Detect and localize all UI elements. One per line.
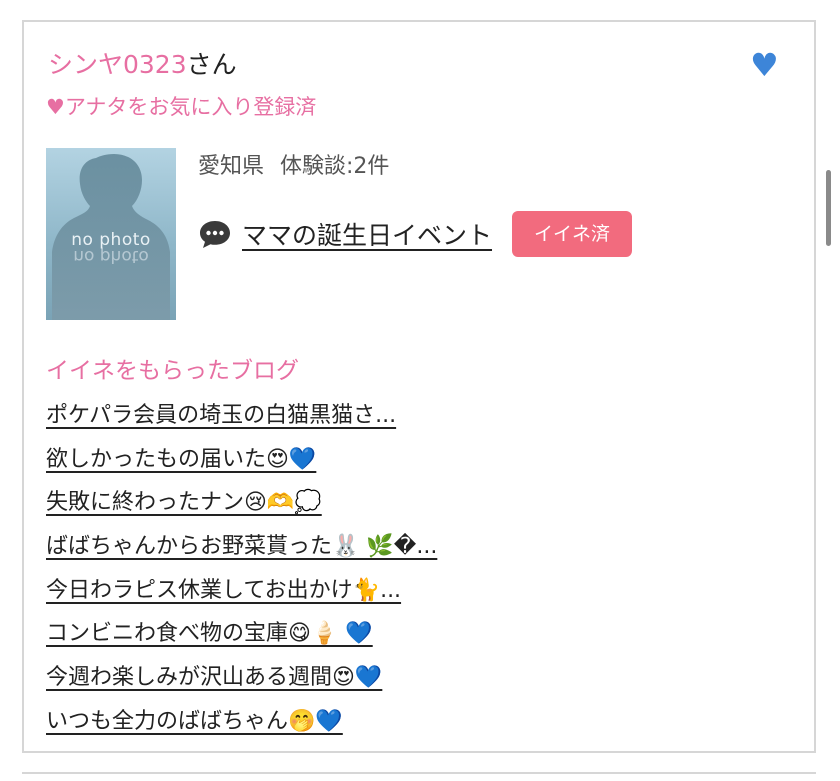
event-row: ママの誕生日イベント イイネ済 [198, 211, 633, 257]
scrollbar-thumb[interactable] [826, 170, 831, 246]
user-name-row: シンヤ0323さん [48, 48, 237, 82]
blog-link[interactable]: 今日わラピス休業してお出かけ🐈... [46, 578, 401, 603]
like-done-badge[interactable]: イイネ済 [512, 211, 633, 257]
review-count-text: 体験談:2件 [280, 154, 390, 179]
event-title-link[interactable]: ママの誕生日イベント [242, 216, 492, 252]
blog-link[interactable]: コンビニわ食べ物の宝庫😋🍦 💙 [46, 621, 373, 646]
blog-link[interactable]: ばばちゃんからお野菜貰った🐰 🌿�... [46, 534, 437, 559]
user-name[interactable]: シンヤ0323 [48, 50, 187, 79]
blog-link[interactable]: 失敗に終わったナン😢🫶💭 [46, 490, 322, 515]
list-item: 欲しかったもの届いた😍💙 [46, 440, 437, 484]
list-item: 失敗に終わったナン😢🫶💭 [46, 483, 437, 527]
blog-link[interactable]: ポケパラ会員の埼玉の白猫黒猫さ... [46, 403, 396, 428]
blog-link[interactable]: 欲しかったもの届いた😍💙 [46, 447, 316, 472]
liked-blogs-list: ポケパラ会員の埼玉の白猫黒猫さ... 欲しかったもの届いた😍💙 失敗に終わったナ… [46, 396, 437, 746]
avatar[interactable]: no photo no photo [46, 148, 176, 320]
list-item: 今日わラピス休業してお出かけ🐈... [46, 571, 437, 615]
profile-meta: 愛知県 体験談:2件 [198, 150, 389, 184]
list-item: いつも全力のばばちゃん🤭💙 [46, 702, 437, 746]
list-item: ポケパラ会員の埼玉の白猫黒猫さ... [46, 396, 437, 440]
list-item: 今週わ楽しみが沢山ある週間😍💙 [46, 658, 437, 702]
user-name-suffix: さん [186, 50, 237, 79]
next-card-border [22, 772, 816, 774]
list-item: ばばちゃんからお野菜貰った🐰 🌿�... [46, 527, 437, 571]
liked-blogs-heading: イイネをもらったブログ [46, 358, 299, 384]
user-profile-card: シンヤ0323さん ♥ ♥アナタをお気に入り登録済 no photo no ph… [22, 20, 816, 753]
list-item: コンビニわ食べ物の宝庫😋🍦 💙 [46, 614, 437, 658]
speech-bubble-icon [200, 221, 230, 248]
favorite-heart-icon[interactable]: ♥ [750, 48, 779, 82]
avatar-placeholder-reflection: no photo [73, 246, 149, 266]
blog-link[interactable]: いつも全力のばばちゃん🤭💙 [46, 709, 343, 734]
blog-link[interactable]: 今週わ楽しみが沢山ある週間😍💙 [46, 665, 382, 690]
location-text: 愛知県 [198, 154, 265, 179]
favorite-status-text: ♥アナタをお気に入り登録済 [46, 95, 317, 119]
